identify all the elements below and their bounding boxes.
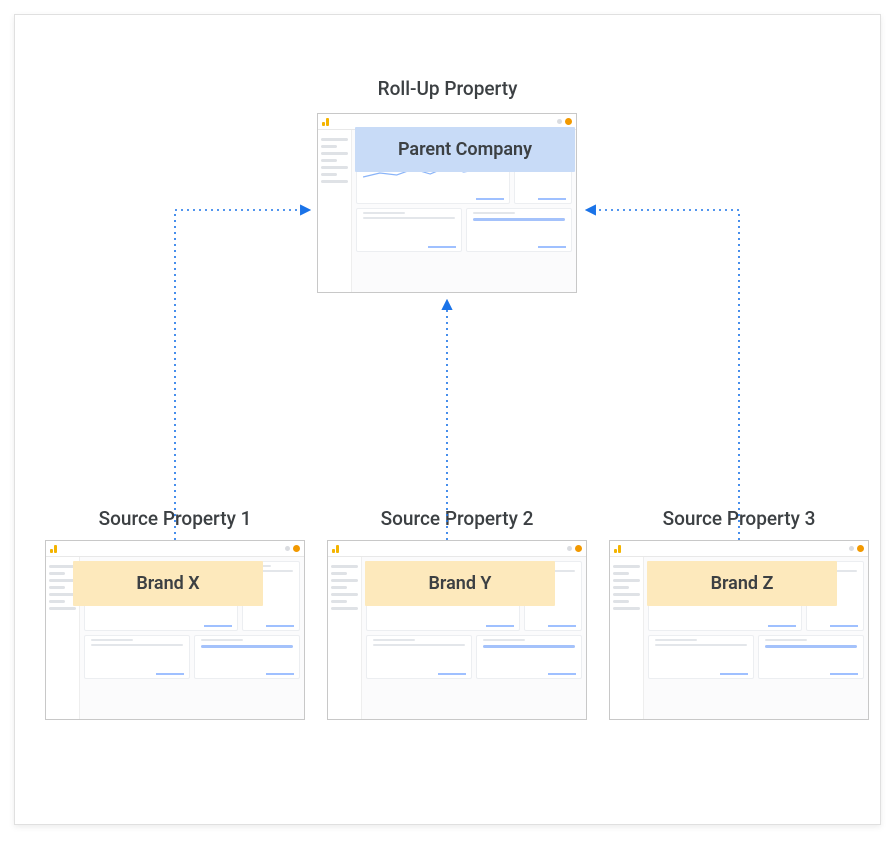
source-2-title: Source Property 2 (327, 507, 587, 530)
avatar-icon (575, 545, 582, 552)
dashboard-sidebar (318, 130, 352, 292)
parent-company-chip: Parent Company (355, 127, 575, 172)
avatar-icon (565, 118, 572, 125)
analytics-logo-icon (332, 544, 341, 553)
header-dot-icon (557, 119, 562, 124)
brand-x-chip: Brand X (73, 561, 263, 606)
summary-card (466, 208, 572, 252)
analytics-logo-icon (322, 117, 331, 126)
rollup-title: Roll-Up Property (15, 77, 880, 100)
source-1-title: Source Property 1 (45, 507, 305, 530)
analytics-logo-icon (614, 544, 623, 553)
analytics-logo-icon (50, 544, 59, 553)
brand-y-chip: Brand Y (365, 561, 555, 606)
avatar-icon (857, 545, 864, 552)
brand-z-chip: Brand Z (647, 561, 837, 606)
avatar-icon (293, 545, 300, 552)
summary-card (356, 208, 462, 252)
diagram-canvas: Roll-Up Property (14, 14, 881, 825)
source-3-title: Source Property 3 (609, 507, 869, 530)
